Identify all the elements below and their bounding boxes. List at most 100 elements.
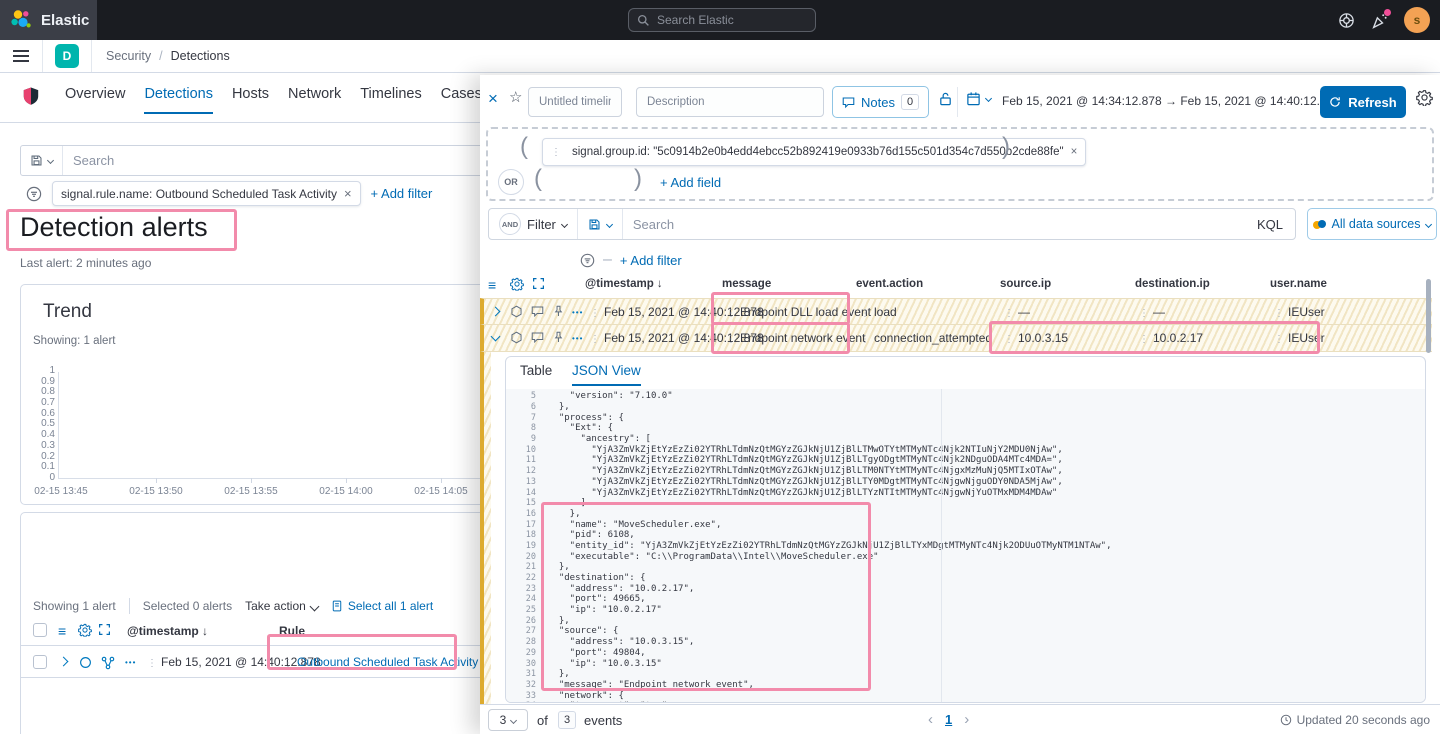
more-actions-icon[interactable]: ••• [572, 308, 583, 317]
col-rule[interactable]: Rule [279, 624, 305, 638]
json-line: 26 }, [506, 615, 1425, 626]
timeline-settings-gear-icon[interactable] [1416, 89, 1433, 106]
filter-options-icon[interactable] [580, 253, 595, 268]
gear-icon[interactable] [510, 277, 524, 291]
more-actions-icon[interactable]: ••• [572, 334, 583, 343]
date-range[interactable]: Feb 15, 2021 @ 14:34:12.878 → Feb 15, 20… [1002, 94, 1340, 108]
event-destination-ip-link[interactable]: ⋮10.0.2.17 [1139, 331, 1203, 345]
help-icon[interactable] [1338, 12, 1355, 29]
pin-icon[interactable] [552, 331, 565, 344]
refresh-button[interactable]: Refresh [1320, 86, 1406, 118]
pin-icon[interactable] [552, 305, 565, 318]
tab-cases[interactable]: Cases [441, 86, 482, 112]
events-scrollbar-thumb[interactable] [1426, 279, 1431, 353]
add-filter-link[interactable]: + Add filter [620, 253, 682, 268]
col-event-action[interactable]: event.action [856, 278, 923, 290]
saved-query-menu[interactable] [21, 146, 63, 175]
json-line: 22 "destination": { [506, 573, 1425, 584]
timeline-title-input[interactable] [528, 87, 622, 117]
json-line: 34 "transport": "tcp" [506, 701, 1425, 702]
event-shape-icon[interactable] [510, 305, 523, 318]
take-action-button[interactable]: Take action [245, 599, 318, 613]
expand-row-icon[interactable] [60, 658, 67, 665]
collapse-event-icon[interactable] [492, 333, 499, 340]
json-view-code[interactable]: 5 "version": "7.10.0" 6 }, 7 "process": … [506, 389, 1425, 702]
tab-timelines[interactable]: Timelines [360, 86, 422, 112]
timeline-description-input[interactable] [636, 87, 824, 117]
avatar[interactable]: s [1404, 7, 1430, 33]
or-operator-badge[interactable]: OR [498, 169, 524, 195]
col-timestamp[interactable]: @timestamp ↓ [585, 278, 663, 290]
space-badge[interactable]: D [55, 44, 79, 68]
json-line: 33 "network": { [506, 690, 1425, 701]
data-sources-button[interactable]: All data sources [1307, 208, 1437, 240]
event-source-ip-link[interactable]: ⋮10.0.3.15 [1004, 331, 1068, 345]
add-field-link[interactable]: + Add field [660, 175, 721, 190]
page-title: Detection alerts [20, 212, 208, 243]
rule-name-filter-pill[interactable]: signal.rule.name: Outbound Scheduled Tas… [52, 181, 361, 206]
col-user-name[interactable]: user.name [1270, 278, 1327, 290]
event-user-name[interactable]: ⋮IEUser [1274, 305, 1325, 319]
col-message[interactable]: message [722, 278, 771, 290]
list-view-icon[interactable]: ≡ [58, 623, 66, 639]
event-action[interactable]: ⋮load [860, 305, 897, 319]
remove-provider-icon[interactable]: × [1071, 146, 1078, 158]
menu-toggle-icon[interactable] [13, 50, 29, 62]
next-page-icon[interactable]: › [964, 711, 969, 728]
data-providers-dropzone[interactable]: ( ⋮ signal.group.id: "5c0914b2e0b4edd4eb… [486, 127, 1434, 201]
close-icon[interactable]: × [488, 89, 498, 109]
col-source-ip[interactable]: source.ip [1000, 278, 1051, 290]
list-view-icon[interactable]: ≡ [488, 277, 496, 293]
unlock-icon[interactable] [938, 91, 953, 106]
comment-icon[interactable] [531, 305, 544, 318]
event-row-accent-strip [480, 352, 491, 704]
tab-detections[interactable]: Detections [144, 86, 213, 114]
timeline-footer: 3 of 3 events ‹ 1 › Updated 20 seconds a… [480, 704, 1440, 734]
add-filter-link[interactable]: + Add filter [371, 186, 433, 201]
col-destination-ip[interactable]: destination.ip [1135, 278, 1210, 290]
col-timestamp[interactable]: @timestamp ↓ [127, 624, 208, 638]
row-checkbox[interactable] [33, 655, 47, 669]
event-shape-icon[interactable] [510, 331, 523, 344]
breadcrumb-security[interactable]: Security [106, 49, 151, 63]
event-message[interactable]: ⋮Endpoint DLL load event [726, 305, 871, 319]
event-user-name[interactable]: ⋮IEUser [1274, 331, 1325, 345]
filter-mode-dropdown[interactable]: AND Filter [489, 209, 578, 239]
drag-handle-icon[interactable]: ⋮ [551, 147, 561, 158]
tab-overview[interactable]: Overview [65, 86, 125, 112]
event-row-dll-load[interactable]: ••• ⋮Feb 15, 2021 @ 14:40:12.878 ⋮Endpoi… [480, 298, 1432, 325]
timeline-search-input[interactable] [623, 217, 1245, 232]
status-circle-icon[interactable] [79, 656, 92, 669]
tab-hosts[interactable]: Hosts [232, 86, 269, 112]
prev-page-icon[interactable]: ‹ [928, 711, 933, 728]
global-search-input[interactable]: Search Elastic [628, 8, 816, 32]
tab-json-view[interactable]: JSON View [572, 363, 641, 386]
select-all-checkbox[interactable] [33, 623, 47, 637]
datepicker-icon[interactable] [966, 91, 991, 106]
star-icon[interactable]: ☆ [509, 88, 522, 106]
event-message[interactable]: ⋮Endpoint network event [726, 331, 865, 345]
elastic-home-link[interactable]: Elastic [0, 0, 97, 40]
gear-icon[interactable] [78, 623, 92, 637]
fullscreen-icon[interactable] [98, 623, 111, 636]
page-size-select[interactable]: 3 [488, 709, 528, 731]
analyzer-icon[interactable] [101, 656, 115, 670]
select-all-button[interactable]: Select all 1 alert [331, 599, 433, 613]
remove-filter-icon[interactable]: × [344, 186, 352, 201]
kql-toggle[interactable]: KQL [1245, 217, 1295, 232]
tab-network[interactable]: Network [288, 86, 341, 112]
tab-table[interactable]: Table [520, 363, 552, 384]
filter-options-icon[interactable] [26, 186, 42, 202]
newsfeed-icon[interactable] [1371, 12, 1388, 29]
comment-icon[interactable] [531, 331, 544, 344]
json-line: 13 "YjA3ZmVkZjEtYzEzZi02YTRhLTdmNzQtMGYz… [506, 477, 1425, 488]
fullscreen-icon[interactable] [532, 277, 545, 290]
breadcrumb: Security / Detections [106, 49, 230, 63]
page-1-button[interactable]: 1 [945, 712, 952, 727]
alert-rule-link[interactable]: ⋮Outbound Scheduled Task Activity [283, 655, 478, 669]
event-action[interactable]: ⋮connection_attempted [860, 331, 992, 345]
expand-event-icon[interactable] [492, 308, 499, 315]
saved-query-menu[interactable] [578, 209, 623, 239]
event-row-network[interactable]: ••• ⋮Feb 15, 2021 @ 14:40:12.878 ⋮Endpoi… [480, 325, 1432, 352]
notes-button[interactable]: Notes 0 [832, 86, 929, 118]
